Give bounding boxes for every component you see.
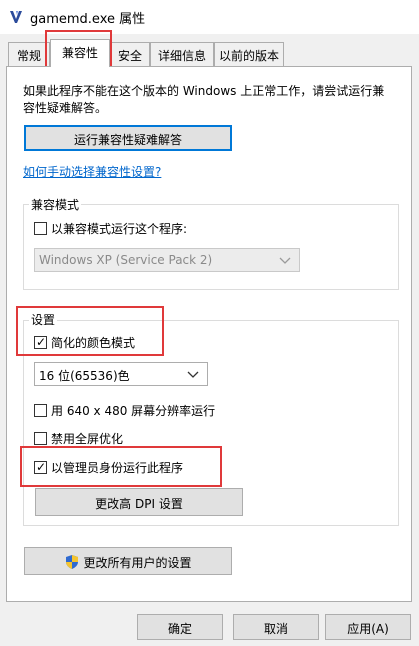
manual-settings-link[interactable]: 如何手动选择兼容性设置? <box>23 163 161 180</box>
os-version-select-value: Windows XP (Service Pack 2) <box>39 253 213 267</box>
fullscreen-opt-label: 禁用全屏优化 <box>51 432 124 446</box>
tab-details-label: 详细信息 <box>157 49 206 63</box>
title-bar: gamemd.exe 属性 <box>0 0 419 34</box>
tab-previous-versions[interactable]: 以前的版本 <box>214 42 284 66</box>
cancel-button[interactable]: 取消 <box>233 614 319 640</box>
tab-compatibility-label: 兼容性 <box>61 46 98 60</box>
annotation-highlight-reduced-color <box>16 306 164 356</box>
tab-security-label: 安全 <box>117 49 142 63</box>
apply-button[interactable]: 应用(A) <box>325 614 411 640</box>
annotation-highlight-run-as-admin <box>20 446 222 487</box>
chevron-down-icon <box>187 371 199 378</box>
color-depth-select-value: 16 位(65536)色 <box>39 369 130 383</box>
change-dpi-button[interactable]: 更改高 DPI 设置 <box>35 488 243 516</box>
compat-mode-group <box>23 204 399 290</box>
fullscreen-opt-checkbox[interactable] <box>34 432 47 445</box>
window-title: gamemd.exe 属性 <box>30 12 146 27</box>
tab-general[interactable]: 常规 <box>8 42 50 66</box>
app-icon <box>10 11 22 23</box>
change-all-users-button[interactable]: 更改所有用户的设置 <box>24 547 232 575</box>
compat-mode-checkbox-label: 以兼容模式运行这个程序: <box>51 222 188 236</box>
chevron-down-icon <box>279 257 291 264</box>
intro-text-line2: 容性疑难解答。 <box>23 101 108 115</box>
tab-details[interactable]: 详细信息 <box>150 42 214 66</box>
ok-button[interactable]: 确定 <box>137 614 223 640</box>
compat-mode-group-label: 兼容模式 <box>29 196 82 213</box>
tab-previous-versions-label: 以前的版本 <box>218 49 279 63</box>
color-depth-select[interactable]: 16 位(65536)色 <box>34 362 208 386</box>
intro-text-line1: 如果此程序不能在这个版本的 Windows 上正常工作，请尝试运行兼 <box>23 84 385 98</box>
compat-mode-checkbox[interactable] <box>34 222 47 235</box>
resolution-checkbox[interactable] <box>34 404 47 417</box>
tab-compatibility[interactable]: 兼容性 <box>50 39 110 67</box>
tab-general-label: 常规 <box>16 49 41 63</box>
resolution-label: 用 640 x 480 屏幕分辨率运行 <box>51 404 216 418</box>
run-troubleshooter-button[interactable]: 运行兼容性疑难解答 <box>24 125 232 151</box>
uac-shield-icon <box>66 555 79 569</box>
os-version-select[interactable]: Windows XP (Service Pack 2) <box>34 248 300 272</box>
tab-security[interactable]: 安全 <box>110 42 150 66</box>
change-all-users-label: 更改所有用户的设置 <box>83 556 192 570</box>
